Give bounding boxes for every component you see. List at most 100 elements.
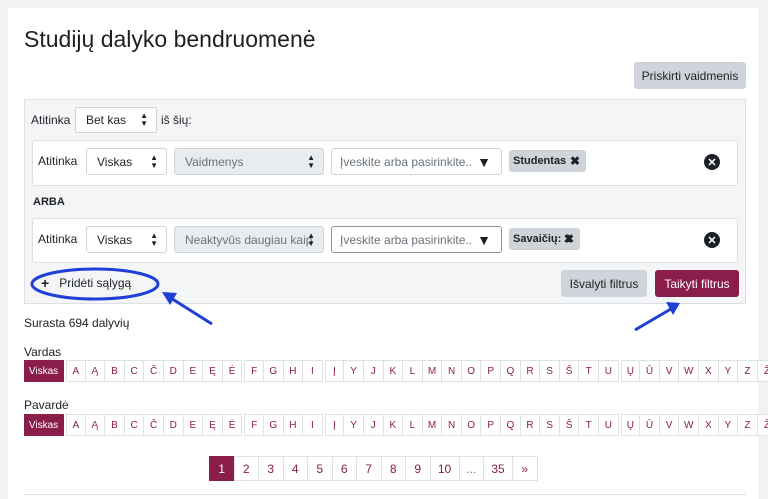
initial-letter-button[interactable]: U	[599, 360, 619, 382]
initial-letter-button[interactable]: Ū	[640, 414, 660, 436]
row2-field-select[interactable]: Neaktyvūs daugiau kaip ▲ ▼	[174, 226, 324, 253]
page-link-last[interactable]: 35	[483, 456, 513, 481]
remove-row-icon[interactable]: ✕	[704, 232, 720, 248]
initial-letter-button[interactable]: E	[183, 414, 204, 436]
initial-letter-button[interactable]: F	[244, 414, 264, 436]
initial-letter-button[interactable]: Ė	[222, 360, 243, 382]
initial-letter-button[interactable]: C	[124, 360, 145, 382]
initial-letter-button[interactable]: J	[363, 360, 384, 382]
initial-letter-button[interactable]: Č	[144, 360, 164, 382]
row1-field-select[interactable]: Vaidmenys ▲ ▼	[174, 148, 324, 175]
initial-letter-button[interactable]: K	[383, 360, 404, 382]
initial-letter-button[interactable]: O	[461, 414, 482, 436]
dropdown-triangle-icon[interactable]: ▼	[477, 232, 491, 248]
initial-letter-button[interactable]: C	[124, 414, 145, 436]
add-condition-button[interactable]: + Pridėti sąlygą	[41, 275, 131, 291]
remove-chip-icon[interactable]: ✖	[564, 232, 574, 246]
initial-letter-button[interactable]: M	[422, 414, 443, 436]
initial-letter-button[interactable]: Q	[501, 360, 521, 382]
initial-letter-button[interactable]: Š	[559, 360, 580, 382]
initial-letter-button[interactable]: P	[481, 414, 502, 436]
initial-letter-button[interactable]: F	[244, 360, 264, 382]
row1-value-combobox[interactable]: Įveskite arba pasirinkite.. ▼	[331, 148, 502, 175]
initial-letter-button[interactable]: N	[442, 360, 462, 382]
initial-letter-button[interactable]: Ų	[620, 414, 641, 436]
initial-letter-button[interactable]: X	[699, 414, 719, 436]
initial-letter-button[interactable]: L	[403, 360, 423, 382]
remove-chip-icon[interactable]: ✖	[570, 154, 580, 168]
initial-letter-button[interactable]: D	[163, 414, 184, 436]
initial-letter-button[interactable]: N	[442, 414, 462, 436]
initial-letter-button[interactable]: B	[105, 360, 125, 382]
page-link[interactable]: 9	[405, 456, 431, 481]
initial-letter-button[interactable]: G	[263, 414, 284, 436]
initial-letter-button[interactable]: Y	[344, 414, 364, 436]
initial-letter-button[interactable]: Č	[144, 414, 164, 436]
initial-letter-button[interactable]: Ą	[85, 360, 106, 382]
initial-letter-button[interactable]: P	[481, 360, 502, 382]
initial-letter-button[interactable]: T	[579, 360, 600, 382]
initial-letter-button[interactable]: Y	[344, 360, 364, 382]
initial-letter-button[interactable]: A	[66, 360, 86, 382]
row1-match-select[interactable]: Viskas ▲ ▼	[86, 148, 167, 175]
initial-letter-button[interactable]: E	[183, 360, 204, 382]
initial-letter-button[interactable]: V	[659, 360, 680, 382]
initial-letter-button[interactable]: L	[403, 414, 423, 436]
initial-letter-button[interactable]: Į	[324, 360, 345, 382]
initial-letter-button[interactable]: Ę	[203, 360, 223, 382]
initial-letter-button[interactable]: S	[540, 360, 560, 382]
initial-letter-button[interactable]: J	[363, 414, 384, 436]
initial-letter-button[interactable]: Ų	[620, 360, 641, 382]
initial-letter-button[interactable]: V	[659, 414, 680, 436]
initial-letter-button[interactable]: K	[383, 414, 404, 436]
assign-roles-button[interactable]: Priskirti vaidmenis	[634, 62, 746, 89]
initial-letter-button[interactable]: S	[540, 414, 560, 436]
apply-filters-button[interactable]: Taikyti filtrus	[655, 270, 739, 297]
initial-letter-button[interactable]: Y	[718, 360, 739, 382]
initial-all-button[interactable]: Viskas	[24, 414, 64, 436]
initial-letter-button[interactable]: Ė	[222, 414, 243, 436]
initial-letter-button[interactable]: I	[303, 360, 323, 382]
page-link[interactable]: 3	[258, 456, 284, 481]
initial-letter-button[interactable]: H	[283, 414, 304, 436]
initial-letter-button[interactable]: Q	[501, 414, 521, 436]
initial-letter-button[interactable]: Ū	[640, 360, 660, 382]
initial-letter-button[interactable]: H	[283, 360, 304, 382]
initial-all-button[interactable]: Viskas	[24, 360, 64, 382]
initial-letter-button[interactable]: W	[679, 360, 699, 382]
initial-letter-button[interactable]: R	[520, 414, 541, 436]
initial-letter-button[interactable]: Z	[738, 414, 758, 436]
initial-letter-button[interactable]: I	[303, 414, 323, 436]
filter-match-select[interactable]: Bet kas ▲ ▼	[75, 107, 157, 133]
page-link[interactable]: 10	[429, 456, 460, 481]
row2-selected-chip[interactable]: Savaičių: 2 ✖	[509, 228, 580, 250]
initial-letter-button[interactable]: Ž	[757, 414, 768, 436]
initial-letter-button[interactable]: Ą	[85, 414, 106, 436]
initial-letter-button[interactable]: X	[699, 360, 719, 382]
page-link[interactable]: 5	[307, 456, 333, 481]
remove-row-icon[interactable]: ✕	[704, 154, 720, 170]
initial-letter-button[interactable]: U	[599, 414, 619, 436]
initial-letter-button[interactable]: Į	[324, 414, 345, 436]
page-link[interactable]: 4	[282, 456, 308, 481]
initial-letter-button[interactable]: R	[520, 360, 541, 382]
row2-value-combobox[interactable]: Įveskite arba pasirinkite.. ▼	[331, 226, 502, 253]
initial-letter-button[interactable]: Z	[738, 360, 758, 382]
dropdown-triangle-icon[interactable]: ▼	[477, 154, 491, 170]
page-link[interactable]: 6	[331, 456, 357, 481]
initial-letter-button[interactable]: Š	[559, 414, 580, 436]
initial-letter-button[interactable]: Ž	[757, 360, 768, 382]
initial-letter-button[interactable]: G	[263, 360, 284, 382]
page-link[interactable]: 7	[356, 456, 382, 481]
page-link[interactable]: 1	[209, 456, 235, 481]
page-link[interactable]: 2	[233, 456, 259, 481]
row1-selected-chip[interactable]: Studentas ✖	[509, 150, 586, 172]
initial-letter-button[interactable]: Y	[718, 414, 739, 436]
row2-match-select[interactable]: Viskas ▲ ▼	[86, 226, 167, 253]
page-next-button[interactable]: »	[512, 456, 538, 481]
initial-letter-button[interactable]: O	[461, 360, 482, 382]
initial-letter-button[interactable]: Ę	[203, 414, 223, 436]
initial-letter-button[interactable]: B	[105, 414, 125, 436]
page-link[interactable]: 8	[380, 456, 406, 481]
initial-letter-button[interactable]: T	[579, 414, 600, 436]
